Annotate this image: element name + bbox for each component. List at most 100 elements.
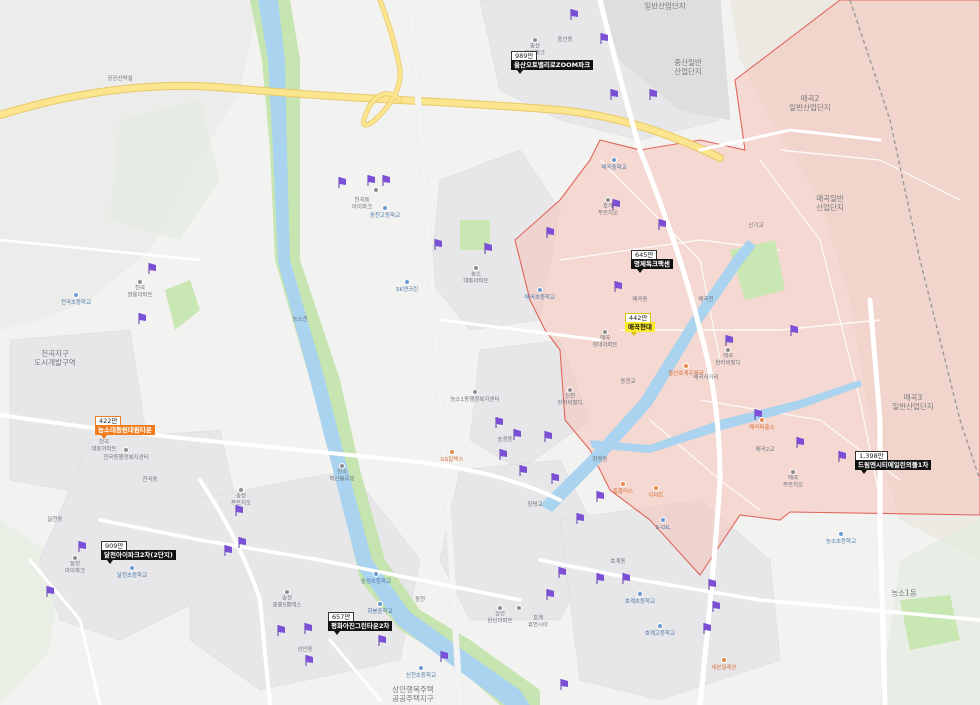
marker-tail <box>861 470 867 474</box>
apartment-flag-icon[interactable] <box>600 33 609 44</box>
listing-marker[interactable]: 657만 평화아진그린타운2차 <box>328 612 393 635</box>
apartment-flag-icon[interactable] <box>224 545 233 556</box>
apartment-icon[interactable] <box>238 487 244 493</box>
apartment-flag-icon[interactable] <box>614 281 623 292</box>
apartment-flag-icon[interactable] <box>277 625 286 636</box>
apartment-flag-icon[interactable] <box>576 513 585 524</box>
apartment-flag-icon[interactable] <box>612 199 621 210</box>
apartment-flag-icon[interactable] <box>378 635 387 646</box>
listing-marker[interactable]: 645만 명제독크팩센 <box>631 250 673 273</box>
poi-label: 이마트 <box>648 492 664 499</box>
district-label-sangan: 상안행복주택 공공주택지구 <box>392 685 434 703</box>
apartment-icon[interactable] <box>373 187 379 193</box>
apartment-flag-icon[interactable] <box>235 505 244 516</box>
listing-marker[interactable]: 1,398만 드림엔시티에일린의뜰1차 <box>855 451 932 474</box>
apartment-flag-icon[interactable] <box>703 623 712 634</box>
apartment-flag-icon[interactable] <box>596 491 605 502</box>
apartment-flag-icon[interactable] <box>708 579 717 590</box>
apartment-flag-icon[interactable] <box>546 589 555 600</box>
school-icon[interactable] <box>377 601 383 607</box>
listing-marker[interactable]: 989만 울산오토밸리로ZOOM파크 <box>511 51 594 74</box>
office-icon[interactable] <box>123 447 129 453</box>
marker-tail <box>101 435 107 439</box>
post-office-icon[interactable] <box>683 363 689 369</box>
listing-marker[interactable]: 442만 매곡현대 <box>625 313 655 336</box>
bridge-label-changpyeong: 창평교 <box>527 501 543 508</box>
apartment-flag-icon[interactable] <box>596 573 605 584</box>
school-icon[interactable] <box>637 591 643 597</box>
mart-icon[interactable] <box>653 485 659 491</box>
apartment-flag-icon[interactable] <box>546 227 555 238</box>
apartment-flag-icon[interactable] <box>796 437 805 448</box>
apartment-icon[interactable] <box>137 279 143 285</box>
apartment-flag-icon[interactable] <box>560 679 569 690</box>
apartment-flag-icon[interactable] <box>495 417 504 428</box>
dong-label: 매곡동 <box>632 296 648 303</box>
apartment-icon[interactable] <box>473 265 479 271</box>
apartment-flag-icon[interactable] <box>513 429 522 440</box>
school-icon[interactable] <box>382 205 388 211</box>
river-label-maegok: 매곡천 <box>698 296 714 303</box>
school-icon[interactable] <box>537 287 543 293</box>
school-icon[interactable] <box>657 623 663 629</box>
apartment-icon[interactable] <box>602 329 608 335</box>
gas-station-icon[interactable] <box>404 279 410 285</box>
apartment-flag-icon[interactable] <box>610 89 619 100</box>
apartment-flag-icon[interactable] <box>725 335 734 346</box>
apartment-icon[interactable] <box>284 589 290 595</box>
mart-icon[interactable] <box>620 481 626 487</box>
apartment-flag-icon[interactable] <box>838 451 847 462</box>
apartment-icon[interactable] <box>605 197 611 203</box>
poi-label: 신천초등학교 <box>405 672 437 679</box>
apartment-flag-icon[interactable] <box>238 537 247 548</box>
apartment-icon[interactable] <box>516 605 522 611</box>
listing-name: 울산오토밸리로ZOOM파크 <box>511 60 594 70</box>
school-icon[interactable] <box>838 531 844 537</box>
apartment-flag-icon[interactable] <box>305 655 314 666</box>
apartment-flag-icon[interactable] <box>622 573 631 584</box>
school-icon[interactable] <box>129 565 135 571</box>
apartment-icon[interactable] <box>790 469 796 475</box>
apartment-flag-icon[interactable] <box>382 175 391 186</box>
school-icon[interactable] <box>418 665 424 671</box>
school-icon[interactable] <box>373 571 379 577</box>
apartment-flag-icon[interactable] <box>440 651 449 662</box>
apartment-flag-icon[interactable] <box>658 219 667 230</box>
apartment-flag-icon[interactable] <box>138 313 147 324</box>
office-icon[interactable] <box>472 389 478 395</box>
apartment-flag-icon[interactable] <box>484 243 493 254</box>
apartment-flag-icon[interactable] <box>338 177 347 188</box>
apartment-flag-icon[interactable] <box>551 473 560 484</box>
district-label-maegok: 매곡일반 산업단지 <box>816 194 844 212</box>
apartment-flag-icon[interactable] <box>649 89 658 100</box>
apartment-flag-icon[interactable] <box>754 409 763 420</box>
gas-station-icon[interactable] <box>660 517 666 523</box>
apartment-flag-icon[interactable] <box>544 431 553 442</box>
gas-station-icon[interactable] <box>449 449 455 455</box>
apartment-flag-icon[interactable] <box>570 9 579 20</box>
apartment-flag-icon[interactable] <box>499 449 508 460</box>
apartment-flag-icon[interactable] <box>558 567 567 578</box>
school-icon[interactable] <box>611 157 617 163</box>
apartment-flag-icon[interactable] <box>790 325 799 336</box>
apartment-flag-icon[interactable] <box>304 623 313 634</box>
map-canvas[interactable] <box>0 0 980 705</box>
apartment-flag-icon[interactable] <box>148 263 157 274</box>
apartment-icon[interactable] <box>339 463 345 469</box>
apartment-icon[interactable] <box>72 555 78 561</box>
apartment-flag-icon[interactable] <box>367 175 376 186</box>
apartment-flag-icon[interactable] <box>78 541 87 552</box>
school-icon[interactable] <box>73 292 79 298</box>
apartment-icon[interactable] <box>532 37 538 43</box>
apartment-flag-icon[interactable] <box>434 239 443 250</box>
apartment-flag-icon[interactable] <box>519 465 528 476</box>
apartment-icon[interactable] <box>567 387 573 393</box>
apartment-flag-icon[interactable] <box>46 586 55 597</box>
apartment-icon[interactable] <box>497 605 503 611</box>
apartment-flag-icon[interactable] <box>712 601 721 612</box>
listing-marker[interactable]: 909만 달천아이파크2차(2단지) <box>101 541 176 564</box>
listing-marker[interactable]: 422만 농소대동원대림타운 <box>95 416 155 439</box>
apartment-icon[interactable] <box>725 347 731 353</box>
river-label-nongso: 농소천 <box>292 316 308 323</box>
convenience-store-icon[interactable] <box>721 657 727 663</box>
